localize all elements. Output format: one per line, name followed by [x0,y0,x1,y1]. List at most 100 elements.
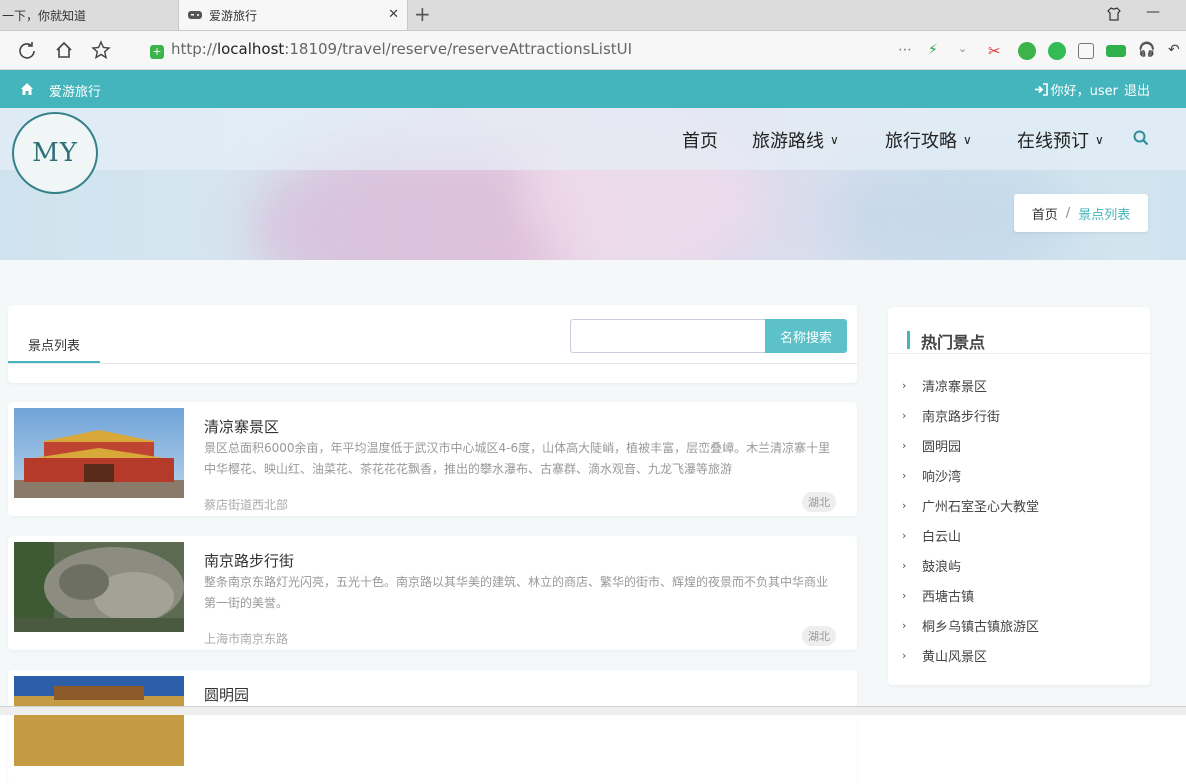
sidebar-item-label: 响沙湾 [922,469,962,485]
home-icon[interactable] [20,82,34,96]
tab-label: 景点列表 [27,338,80,354]
chevron-right-icon: › [902,648,907,662]
search-input[interactable] [570,319,766,353]
user-menu: 你好，user 退出 [1034,80,1150,99]
url-prefix: http:// [171,40,217,58]
site-brand[interactable]: 爱游旅行 [49,81,101,100]
new-tab-button[interactable]: + [414,3,431,25]
nav-label: 首页 [682,131,718,152]
login-icon [1034,83,1048,96]
nav-item-routes[interactable]: 旅游路线 ∨ [752,127,839,153]
sidebar-item-label: 广州石室圣心大教堂 [922,499,1040,515]
search-icon[interactable] [1133,130,1149,146]
attraction-address: 上海市南京东路 [204,632,289,646]
chevron-down-icon[interactable]: ⌄ [958,42,976,60]
attraction-title[interactable]: 清凉寨景区 [204,416,279,437]
battery-icon[interactable] [1106,45,1126,57]
breadcrumb-home[interactable]: 首页 [1032,204,1058,223]
sidebar-title: 热门景点 [921,333,986,352]
tab-title: 爱游旅行 [209,8,258,23]
refresh-icon[interactable] [16,39,38,61]
nav-item-booking[interactable]: 在线预订 ∨ [1017,127,1104,153]
wechat-icon[interactable] [1048,42,1066,60]
chevron-right-icon: › [902,528,907,542]
gamepad-icon [188,11,202,19]
sidebar-item[interactable]: › 鼓浪屿 [902,550,1039,580]
attraction-description: 景区总面积6000余亩，年平均温度低于武汉市中心城区4-6度，山体高大陡峭，植被… [204,441,831,476]
sidebar-item[interactable]: › 黄山风景区 [902,640,1039,670]
button-label: 名称搜索 [779,330,832,346]
headphones-icon[interactable]: 🎧 [1138,42,1156,60]
url-path: :18109/travel/reserve/reserveAttractions… [284,40,633,58]
attraction-description: 整条南京东路灯光闪亮，五光十色。南京路以其华美的建筑、林立的商店、繁华的街市、辉… [204,575,829,610]
breadcrumb: 首页 / 景点列表 [1014,194,1148,232]
site-top-bar: 爱游旅行 你好，user 退出 [0,70,1186,108]
sidebar-item-label: 鼓浪屿 [922,559,962,575]
region-badge: 湖北 [802,626,836,646]
site-logo[interactable]: MY [12,112,98,194]
apps-icon[interactable] [1078,43,1094,59]
sidebar-item-label: 南京路步行街 [922,409,1001,425]
sidebar-item[interactable]: › 响沙湾 [902,460,1039,490]
tab-title: 一下，你就知道 [2,8,87,23]
sidebar-item[interactable]: › 西塘古镇 [902,580,1039,610]
home-icon[interactable] [53,39,75,61]
sidebar-item[interactable]: › 南京路步行街 [902,400,1039,430]
chevron-right-icon: › [902,498,907,512]
share-icon[interactable]: ⋯ [898,42,916,60]
attraction-photo[interactable] [14,408,184,498]
list-header-panel: 景点列表 名称搜索 [8,305,857,383]
sidebar-item-label: 白云山 [922,529,962,545]
nav-label: 旅游路线 [752,131,824,152]
attraction-card: 南京路步行街 整条南京东路灯光闪亮，五光十色。南京路以其华美的建筑、林立的商店、… [8,536,857,650]
url-field[interactable]: + http://localhost:18109/travel/reserve/r… [150,40,632,59]
sidebar-item[interactable]: › 广州石室圣心大教堂 [902,490,1039,520]
attraction-title[interactable]: 圆明园 [204,684,249,705]
tab-attraction-list[interactable]: 景点列表 [8,327,100,364]
browser-tab-active[interactable]: 爱游旅行 ✕ [178,0,408,30]
name-search-button[interactable]: 名称搜索 [765,319,847,353]
scissors-icon[interactable]: ✂ [988,42,1006,60]
attraction-photo[interactable] [14,676,184,766]
sidebar-item-label: 黄山风景区 [922,649,988,665]
nav-item-home[interactable]: 首页 [682,127,718,153]
chevron-right-icon: › [902,588,907,602]
secure-shield-icon: + [150,45,164,59]
sidebar-item[interactable]: › 白云山 [902,520,1039,550]
sidebar-header: 热门景点 [888,317,1150,354]
chevron-right-icon: › [902,558,907,572]
wallet-icon[interactable] [1018,42,1036,60]
sidebar-item[interactable]: › 圆明园 [902,430,1039,460]
chevron-right-icon: › [902,438,907,452]
browser-tab-inactive[interactable]: 一下，你就知道 [0,0,176,30]
chevron-right-icon: › [902,378,907,392]
url-host: localhost [216,40,285,58]
hot-attractions-list: › 清凉寨景区 › 南京路步行街 › 圆明园 › 响沙湾 › 广州石室圣心大教堂 › 白云山… [902,370,1039,670]
attraction-card: 圆明园 [8,670,857,784]
chevron-down-icon: ∨ [1095,133,1104,147]
user-greeting: 你好，user [1050,84,1118,99]
attraction-title[interactable]: 南京路步行街 [204,550,294,571]
breadcrumb-separator: / [1065,205,1071,221]
star-icon[interactable] [90,39,112,61]
undo-icon[interactable]: ↶ [1168,42,1186,60]
sidebar-item-label: 圆明园 [922,439,962,455]
logout-link[interactable]: 退出 [1124,80,1150,99]
shirt-icon[interactable] [1106,6,1122,26]
breadcrumb-current: 景点列表 [1078,207,1131,223]
minimize-button[interactable]: — [1146,4,1160,20]
sidebar-item-label: 西塘古镇 [922,589,975,605]
chevron-down-icon: ∨ [830,133,839,147]
nav-item-guides[interactable]: 旅行攻略 ∨ [885,127,972,153]
sidebar-item-label: 桐乡乌镇古镇旅游区 [922,619,1040,635]
attraction-photo[interactable] [14,542,184,632]
chevron-right-icon: › [902,468,907,482]
attraction-card: 清凉寨景区 景区总面积6000余亩，年平均温度低于武汉市中心城区4-6度，山体高… [8,402,857,516]
sidebar-item[interactable]: › 桐乡乌镇古镇旅游区 [902,610,1039,640]
sidebar-item[interactable]: › 清凉寨景区 [902,370,1039,400]
chevron-right-icon: › [902,618,907,632]
nav-label: 在线预订 [1017,131,1089,152]
region-badge: 湖北 [802,492,836,512]
lightning-icon[interactable]: ⚡ [928,42,946,60]
close-icon[interactable]: ✕ [388,7,399,22]
